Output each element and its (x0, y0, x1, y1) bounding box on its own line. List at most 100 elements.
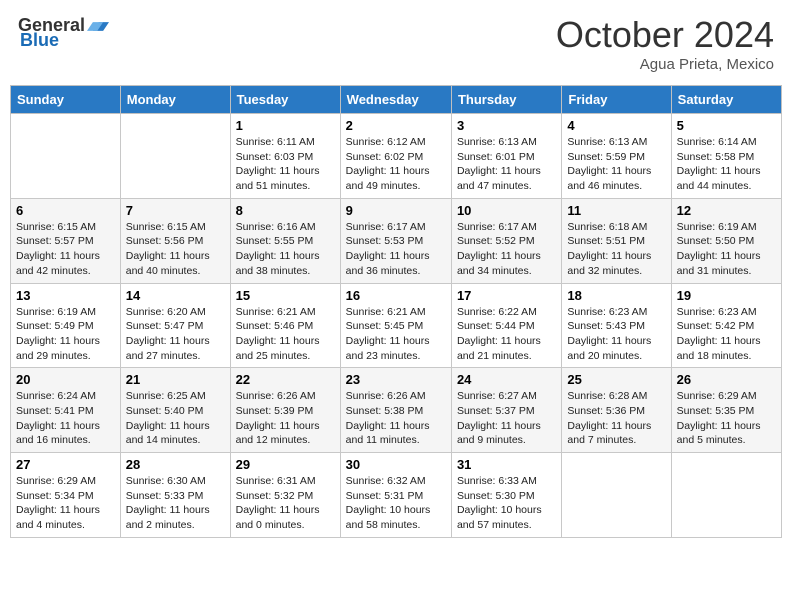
day-number: 29 (236, 457, 335, 472)
day-content-line: Sunrise: 6:19 AM (677, 221, 757, 233)
weekday-wednesday: Wednesday (340, 86, 451, 114)
calendar-cell: 5Sunrise: 6:14 AMSunset: 5:58 PMDaylight… (671, 114, 781, 199)
calendar-week-2: 6Sunrise: 6:15 AMSunset: 5:57 PMDaylight… (11, 198, 782, 283)
day-content-line: Daylight: 11 hours and 18 minutes. (677, 335, 761, 362)
weekday-saturday: Saturday (671, 86, 781, 114)
day-content-line: Daylight: 11 hours and 12 minutes. (236, 420, 320, 447)
calendar-cell (671, 453, 781, 538)
day-number: 1 (236, 118, 335, 133)
day-content-line: Daylight: 11 hours and 38 minutes. (236, 250, 320, 277)
day-content-line: Sunset: 5:36 PM (567, 405, 645, 417)
day-content-line: Daylight: 10 hours and 57 minutes. (457, 504, 542, 531)
day-number: 10 (457, 203, 556, 218)
day-content-line: Sunset: 5:52 PM (457, 235, 535, 247)
calendar-cell: 4Sunrise: 6:13 AMSunset: 5:59 PMDaylight… (562, 114, 671, 199)
day-number: 23 (346, 372, 446, 387)
day-content-line: Sunset: 5:51 PM (567, 235, 645, 247)
calendar-cell: 21Sunrise: 6:25 AMSunset: 5:40 PMDayligh… (120, 368, 230, 453)
day-content: Sunrise: 6:29 AMSunset: 5:34 PMDaylight:… (16, 474, 115, 533)
day-content-line: Daylight: 11 hours and 36 minutes. (346, 250, 430, 277)
day-number: 21 (126, 372, 225, 387)
calendar-cell: 28Sunrise: 6:30 AMSunset: 5:33 PMDayligh… (120, 453, 230, 538)
page-header: General Blue October 2024 Agua Prieta, M… (10, 10, 782, 77)
day-content-line: Sunrise: 6:15 AM (16, 221, 96, 233)
day-content-line: Daylight: 11 hours and 25 minutes. (236, 335, 320, 362)
day-content-line: Sunrise: 6:24 AM (16, 390, 96, 402)
day-content: Sunrise: 6:21 AMSunset: 5:45 PMDaylight:… (346, 305, 446, 364)
day-content-line: Daylight: 11 hours and 11 minutes. (346, 420, 430, 447)
day-content-line: Sunset: 5:42 PM (677, 320, 755, 332)
day-number: 3 (457, 118, 556, 133)
day-number: 31 (457, 457, 556, 472)
day-content: Sunrise: 6:16 AMSunset: 5:55 PMDaylight:… (236, 220, 335, 279)
calendar-cell (11, 114, 121, 199)
calendar-cell (562, 453, 671, 538)
day-content-line: Sunrise: 6:32 AM (346, 475, 426, 487)
day-content-line: Sunset: 5:57 PM (16, 235, 94, 247)
weekday-sunday: Sunday (11, 86, 121, 114)
day-number: 20 (16, 372, 115, 387)
day-content-line: Daylight: 10 hours and 58 minutes. (346, 504, 431, 531)
day-content-line: Sunrise: 6:12 AM (346, 136, 426, 148)
calendar-cell: 24Sunrise: 6:27 AMSunset: 5:37 PMDayligh… (451, 368, 561, 453)
day-content-line: Daylight: 11 hours and 9 minutes. (457, 420, 541, 447)
day-content: Sunrise: 6:12 AMSunset: 6:02 PMDaylight:… (346, 135, 446, 194)
day-content-line: Sunrise: 6:25 AM (126, 390, 206, 402)
day-number: 16 (346, 288, 446, 303)
day-content-line: Sunset: 5:59 PM (567, 151, 645, 163)
day-content-line: Sunrise: 6:27 AM (457, 390, 537, 402)
day-content-line: Sunset: 6:01 PM (457, 151, 535, 163)
day-content-line: Daylight: 11 hours and 5 minutes. (677, 420, 761, 447)
day-number: 7 (126, 203, 225, 218)
calendar-cell (120, 114, 230, 199)
day-content-line: Sunset: 5:38 PM (346, 405, 424, 417)
calendar-cell: 16 Sunrise: 6:21 AMSunset: 5:45 PMDayligh… (340, 283, 451, 368)
day-content: Sunrise: 6:23 AMSunset: 5:42 PMDaylight:… (677, 305, 776, 364)
logo-blue: Blue (20, 30, 59, 51)
day-content: Sunrise: 6:23 AMSunset: 5:43 PMDaylight:… (567, 305, 665, 364)
calendar-cell: 1 Sunrise: 6:11 AMSunset: 6:03 PMDaylight… (230, 114, 340, 199)
day-content: Sunrise: 6:32 AM Sunset: 5:31 PM Daylight:… (346, 474, 446, 533)
day-content: Sunrise: 6:11 AMSunset: 6:03 PMDaylight:… (236, 135, 335, 194)
calendar-cell: 10Sunrise: 6:17 AMSunset: 5:52 PMDayligh… (451, 198, 561, 283)
day-number: 19 (677, 288, 776, 303)
day-content-line: Sunset: 6:02 PM (346, 151, 424, 163)
day-content-line: Sunrise: 6:33 AM (457, 475, 537, 487)
calendar-cell: 13Sunrise: 6:19 AMSunset: 5:49 PMDayligh… (11, 283, 121, 368)
day-content-line: Sunrise: 6:18 AM (567, 221, 647, 233)
day-content-line: Sunset: 5:46 PM (236, 320, 314, 332)
day-content-line: Daylight: 11 hours and 44 minutes. (677, 165, 761, 192)
day-content: Sunrise: 6:26 AMSunset: 5:39 PMDaylight:… (236, 389, 335, 448)
day-content-line: Sunset: 5:58 PM (677, 151, 755, 163)
day-content-line: Daylight: 11 hours and 42 minutes. (16, 250, 100, 277)
calendar-cell: 2Sunrise: 6:12 AMSunset: 6:02 PMDaylight… (340, 114, 451, 199)
day-content: Sunrise: 6:19 AMSunset: 5:49 PMDaylight:… (16, 305, 115, 364)
day-content: Sunrise: 6:28 AMSunset: 5:36 PMDaylight:… (567, 389, 665, 448)
day-content: Sunrise: 6:26 AM Sunset: 5:38 PM Daylight:… (346, 389, 446, 448)
day-content: Sunrise: 6:33 AMSunset: 5:30 PMDaylight:… (457, 474, 556, 533)
weekday-tuesday: Tuesday (230, 86, 340, 114)
day-content-line: Sunset: 5:44 PM (457, 320, 535, 332)
title-block: October 2024 Agua Prieta, Mexico (556, 14, 774, 73)
day-content-line: Sunset: 5:41 PM (16, 405, 94, 417)
day-content: Sunrise: 6:19 AMSunset: 5:50 PMDaylight:… (677, 220, 776, 279)
location: Agua Prieta, Mexico (556, 56, 774, 73)
day-content-line: Sunset: 5:31 PM (346, 490, 424, 502)
calendar-header: SundayMondayTuesdayWednesdayThursdayFrid… (11, 86, 782, 114)
calendar-cell: 29Sunrise: 6:31 AMSunset: 5:32 PMDayligh… (230, 453, 340, 538)
day-content-line: Sunrise: 6:26 AM (346, 390, 426, 402)
calendar-cell: 31 Sunrise: 6:33 AMSunset: 5:30 PMDayligh… (451, 453, 561, 538)
day-content: Sunrise: 6:29 AMSunset: 5:35 PMDaylight:… (677, 389, 776, 448)
day-content-line: Daylight: 11 hours and 51 minutes. (236, 165, 320, 192)
day-content-line: Sunset: 5:53 PM (346, 235, 424, 247)
calendar-cell: 9Sunrise: 6:17 AMSunset: 5:53 PMDaylight… (340, 198, 451, 283)
day-number: 11 (567, 203, 665, 218)
day-content-line: Daylight: 11 hours and 21 minutes. (457, 335, 541, 362)
day-content: Sunrise: 6:15 AMSunset: 5:56 PMDaylight:… (126, 220, 225, 279)
day-content-line: Sunrise: 6:28 AM (567, 390, 647, 402)
month-year: October 2024 (556, 14, 774, 56)
day-content-line: Sunset: 5:56 PM (126, 235, 204, 247)
day-content-line: Daylight: 11 hours and 27 minutes. (126, 335, 210, 362)
calendar-cell: 26Sunrise: 6:29 AMSunset: 5:35 PMDayligh… (671, 368, 781, 453)
weekday-monday: Monday (120, 86, 230, 114)
